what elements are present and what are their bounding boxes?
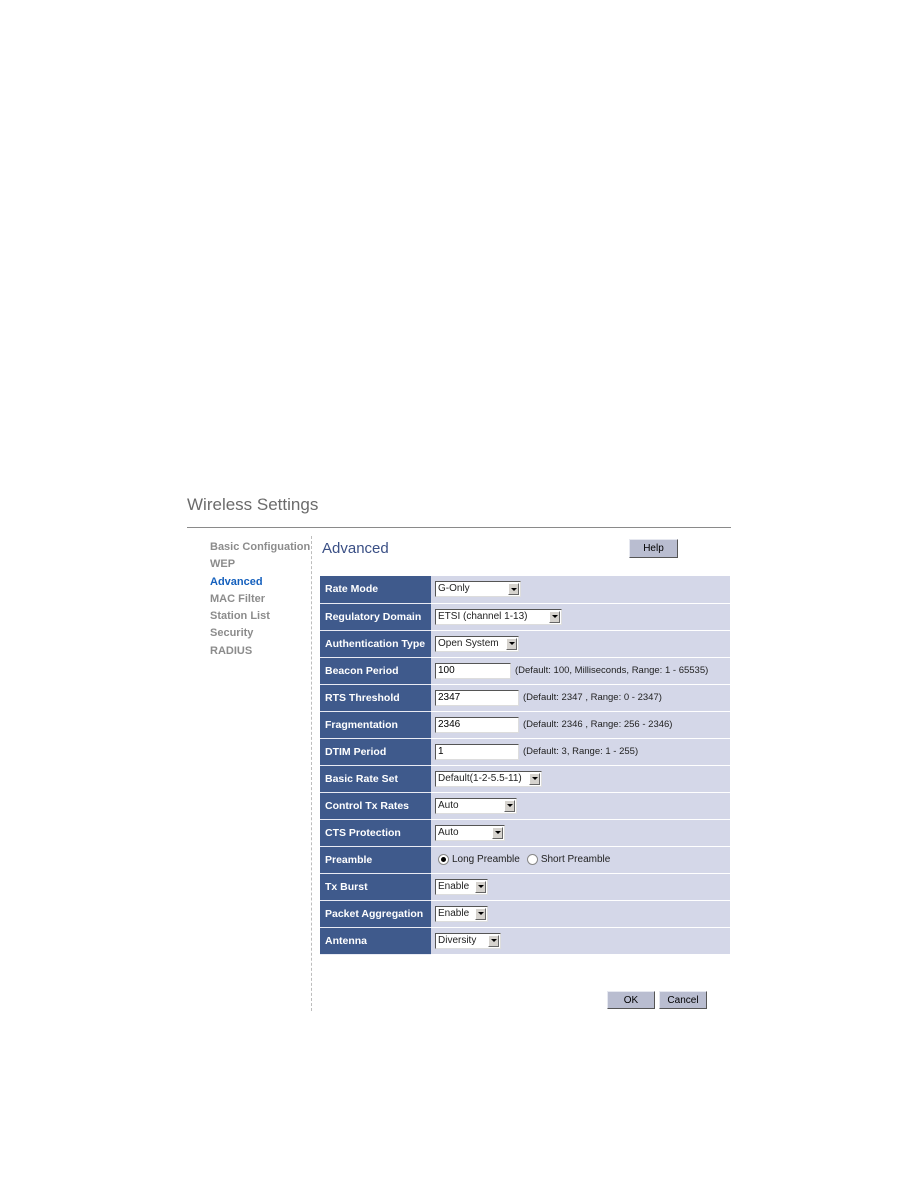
dtim-period-label: DTIM Period: [320, 738, 431, 766]
form-row-basic-rate-set: Basic Rate Set Default(1-2-5.5-11): [320, 765, 730, 793]
regulatory-domain-select[interactable]: ETSI (channel 1-13): [435, 608, 562, 625]
sidebar-item-mac-filter[interactable]: MAC Filter: [210, 591, 310, 608]
long-preamble-radio[interactable]: [438, 853, 449, 865]
form-row-control-tx-rates: Control Tx Rates Auto: [320, 792, 730, 820]
short-preamble-label[interactable]: Short Preamble: [541, 854, 610, 865]
help-button[interactable]: Help: [629, 539, 678, 558]
fragmentation-hint: (Default: 2346 , Range: 256 - 2346): [523, 719, 673, 730]
fragmentation-input[interactable]: [435, 716, 519, 733]
form-row-tx-burst: Tx Burst Enable: [320, 873, 730, 901]
chevron-down-icon: [475, 907, 486, 920]
control-tx-rates-value: Auto: [438, 799, 459, 811]
basic-rate-set-select[interactable]: Default(1-2-5.5-11): [435, 770, 542, 787]
form-row-beacon-period: Beacon Period (Default: 100, Millisecond…: [320, 657, 730, 685]
chevron-down-icon: [529, 772, 540, 785]
chevron-down-icon: [504, 799, 515, 812]
rts-threshold-hint: (Default: 2347 , Range: 0 - 2347): [523, 692, 662, 703]
control-tx-rates-select[interactable]: Auto: [435, 797, 517, 814]
rate-mode-label: Rate Mode: [320, 576, 431, 604]
cts-protection-label: CTS Protection: [320, 819, 431, 847]
rts-threshold-input[interactable]: [435, 689, 519, 706]
rts-threshold-label: RTS Threshold: [320, 684, 431, 712]
chevron-down-icon: [506, 637, 517, 650]
title-divider: [187, 527, 731, 528]
packet-aggregation-select[interactable]: Enable: [435, 905, 488, 922]
preamble-label: Preamble: [320, 846, 431, 874]
sidebar-item-basic-configuration[interactable]: Basic Configuation: [210, 539, 310, 556]
cts-protection-select[interactable]: Auto: [435, 824, 505, 841]
chevron-down-icon: [508, 583, 519, 596]
advanced-settings-form: Rate Mode G-Only Regulatory Domain ETSI …: [320, 576, 730, 955]
packet-aggregation-value: Enable: [438, 907, 470, 919]
sidebar-item-advanced[interactable]: Advanced: [210, 574, 310, 591]
short-preamble-radio[interactable]: [526, 853, 538, 865]
authentication-type-select[interactable]: Open System: [435, 635, 519, 652]
dtim-period-input[interactable]: [435, 743, 519, 760]
sidebar-item-wep[interactable]: WEP: [210, 556, 310, 573]
regulatory-domain-label: Regulatory Domain: [320, 603, 431, 631]
form-row-regulatory-domain: Regulatory Domain ETSI (channel 1-13): [320, 603, 730, 631]
beacon-period-label: Beacon Period: [320, 657, 431, 685]
tx-burst-select[interactable]: Enable: [435, 878, 488, 895]
chevron-down-icon: [475, 880, 486, 893]
antenna-select[interactable]: Diversity: [435, 932, 501, 949]
form-row-authentication-type: Authentication Type Open System: [320, 630, 730, 658]
form-row-packet-aggregation: Packet Aggregation Enable: [320, 900, 730, 928]
long-preamble-label[interactable]: Long Preamble: [452, 854, 520, 865]
form-row-fragmentation: Fragmentation (Default: 2346 , Range: 25…: [320, 711, 730, 739]
chevron-down-icon: [549, 610, 560, 623]
antenna-value: Diversity: [438, 934, 477, 946]
regulatory-domain-value: ETSI (channel 1-13): [438, 610, 528, 622]
ok-button[interactable]: OK: [607, 991, 655, 1009]
authentication-type-label: Authentication Type: [320, 630, 431, 658]
tx-burst-label: Tx Burst: [320, 873, 431, 901]
form-row-rate-mode: Rate Mode G-Only: [320, 576, 730, 604]
chevron-down-icon: [488, 934, 499, 947]
page-title: Wireless Settings: [187, 495, 319, 514]
form-row-rts-threshold: RTS Threshold (Default: 2347 , Range: 0 …: [320, 684, 730, 712]
antenna-label: Antenna: [320, 927, 431, 955]
fragmentation-label: Fragmentation: [320, 711, 431, 739]
beacon-period-input[interactable]: [435, 662, 511, 679]
basic-rate-set-label: Basic Rate Set: [320, 765, 431, 793]
basic-rate-set-value: Default(1-2-5.5-11): [438, 772, 522, 784]
sidebar-nav: Basic Configuation WEP Advanced MAC Filt…: [210, 539, 310, 660]
authentication-type-value: Open System: [438, 637, 499, 649]
tx-burst-value: Enable: [438, 880, 470, 892]
dtim-period-hint: (Default: 3, Range: 1 - 255): [523, 746, 639, 757]
cancel-button[interactable]: Cancel: [659, 991, 707, 1009]
control-tx-rates-label: Control Tx Rates: [320, 792, 431, 820]
rate-mode-select[interactable]: G-Only: [435, 581, 521, 598]
chevron-down-icon: [492, 826, 503, 839]
vertical-divider: [311, 536, 312, 1011]
cts-protection-value: Auto: [438, 826, 459, 838]
packet-aggregation-label: Packet Aggregation: [320, 900, 431, 928]
form-row-antenna: Antenna Diversity: [320, 927, 730, 955]
form-row-preamble: Preamble Long Preamble Short Preamble: [320, 846, 730, 874]
sidebar-item-station-list[interactable]: Station List: [210, 608, 310, 625]
form-row-cts-protection: CTS Protection Auto: [320, 819, 730, 847]
sidebar-item-security[interactable]: Security: [210, 625, 310, 642]
rate-mode-value: G-Only: [438, 583, 470, 595]
beacon-period-hint: (Default: 100, Milliseconds, Range: 1 - …: [515, 665, 709, 676]
section-title: Advanced: [322, 540, 389, 557]
sidebar-item-radius[interactable]: RADIUS: [210, 643, 310, 660]
form-row-dtim-period: DTIM Period (Default: 3, Range: 1 - 255): [320, 738, 730, 766]
